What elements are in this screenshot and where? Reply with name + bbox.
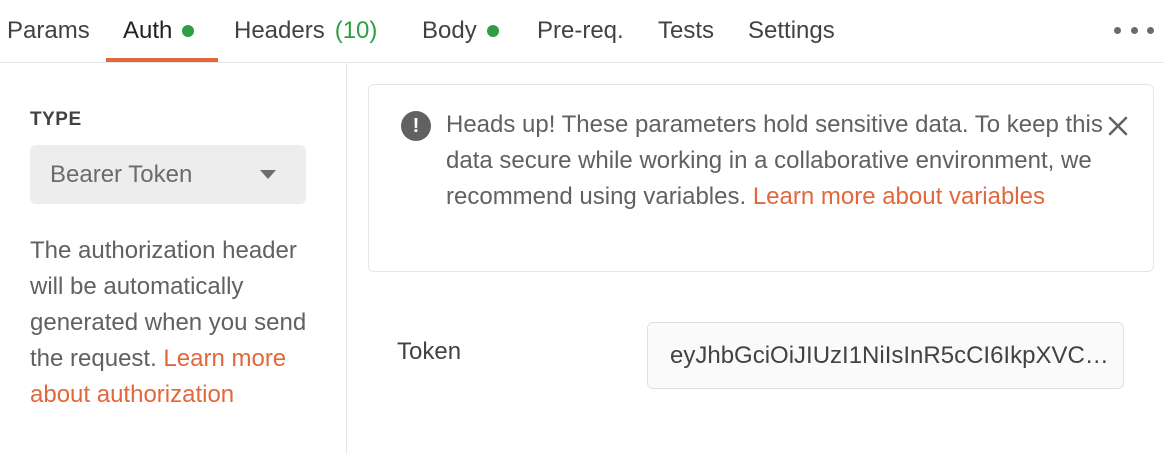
token-input[interactable]: eyJhbGciOiJIUzI1NiIsInR5cCI6IkpXVCJ9...: [647, 322, 1124, 389]
request-tab-bar: Params Auth Headers (10) Body Pre-req. T…: [0, 0, 1164, 63]
tab-label: Pre-req.: [537, 17, 624, 44]
auth-type-value: Bearer Token: [50, 160, 193, 188]
status-dot-icon: [486, 25, 499, 37]
alert-message: Heads up! These parameters hold sensitiv…: [446, 107, 1106, 215]
sensitive-data-alert: ! Heads up! These parameters hold sensit…: [368, 84, 1154, 272]
tab-label: Settings: [748, 17, 835, 44]
tab-label: Headers: [234, 17, 325, 44]
close-icon[interactable]: [1105, 113, 1131, 139]
learn-more-variables-link[interactable]: Learn more about variables: [753, 183, 1045, 210]
type-label: TYPE: [30, 109, 82, 130]
auth-type-panel: TYPE Bearer Token The authorization head…: [0, 63, 347, 454]
tab-label: Body: [422, 17, 477, 44]
tab-label: Tests: [658, 17, 715, 44]
auth-description: The authorization header will be automat…: [30, 233, 330, 413]
chevron-down-icon: [260, 170, 276, 179]
status-dot-icon: [182, 25, 195, 37]
tab-settings[interactable]: Settings: [748, 0, 835, 62]
tab-headers[interactable]: Headers (10): [234, 0, 377, 62]
warning-icon: !: [401, 111, 431, 141]
tab-label: Params: [7, 17, 90, 44]
tab-pre-request[interactable]: Pre-req.: [537, 0, 624, 62]
auth-type-select[interactable]: Bearer Token: [30, 145, 306, 204]
tab-auth[interactable]: Auth: [123, 0, 195, 62]
headers-count-badge: (10): [334, 17, 378, 44]
tab-tests[interactable]: Tests: [658, 0, 714, 62]
tab-body[interactable]: Body: [422, 0, 499, 62]
tab-params[interactable]: Params: [7, 0, 90, 62]
token-label: Token: [397, 338, 462, 365]
active-tab-indicator: [106, 58, 218, 62]
tab-label: Auth: [123, 17, 173, 44]
token-value: eyJhbGciOiJIUzI1NiIsInR5cCI6IkpXVCJ9...: [670, 341, 1111, 369]
more-options-icon[interactable]: [1114, 18, 1154, 42]
